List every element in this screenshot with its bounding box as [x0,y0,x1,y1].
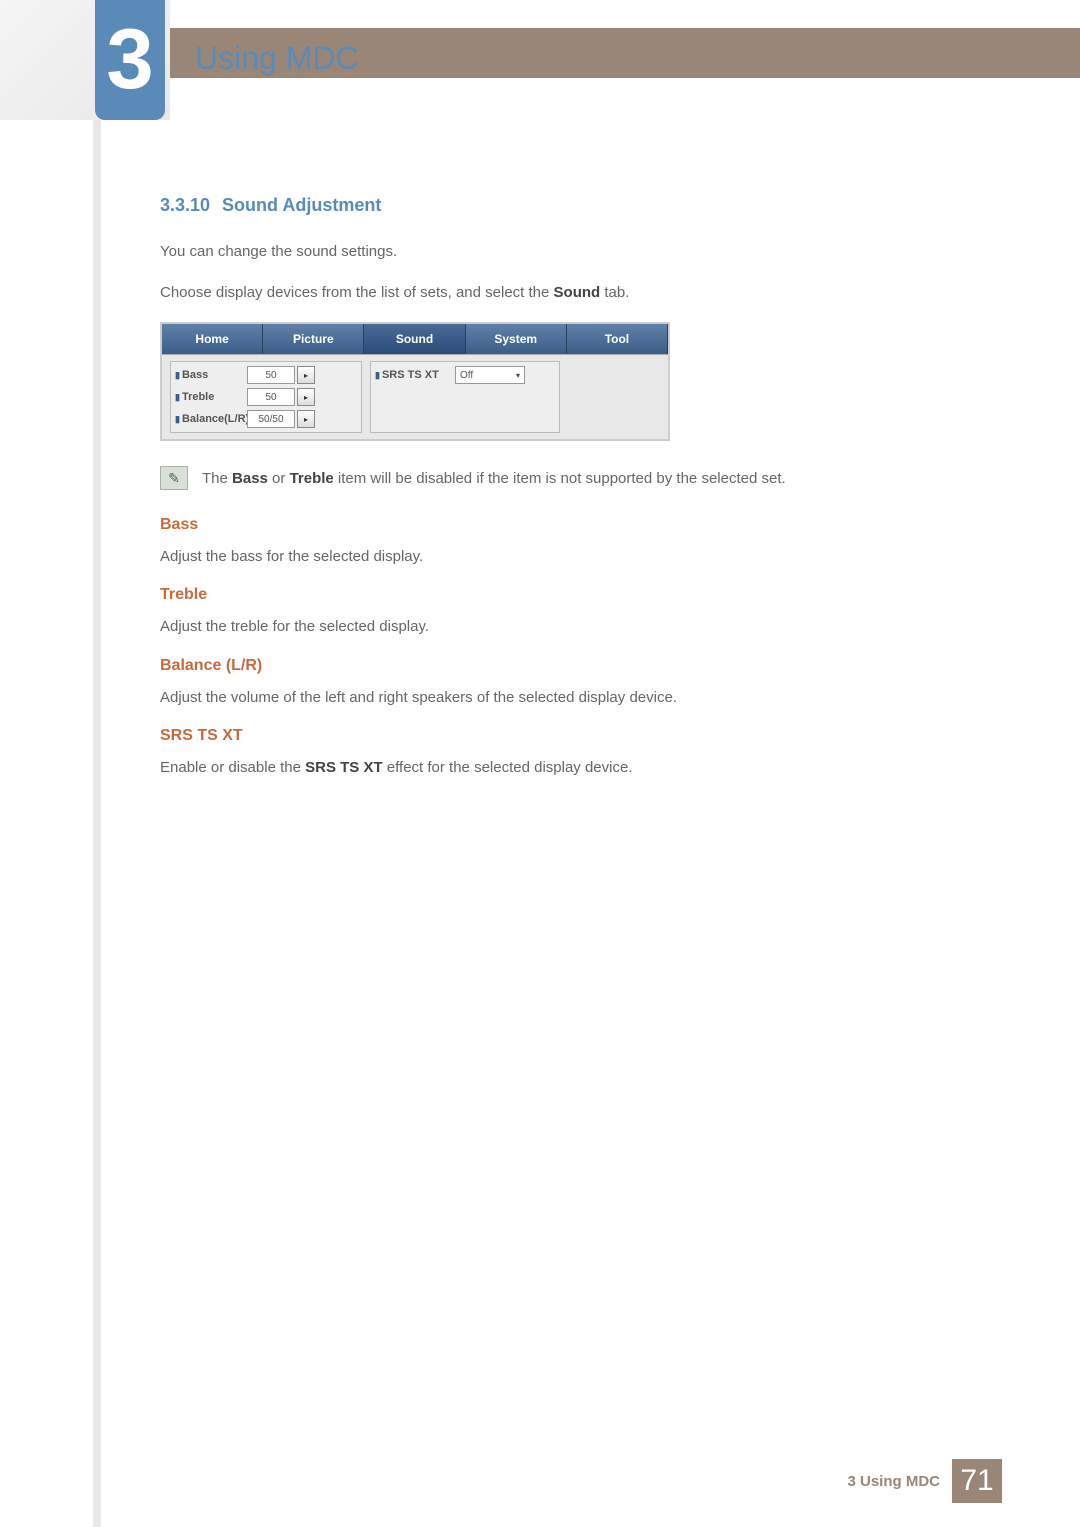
chapter-number-badge: 3 [95,0,165,120]
tab-system[interactable]: System [466,324,567,354]
tab-body: Bass 50 ▸ Treble 50 ▸ Balance(L/R) 50/50… [162,354,668,439]
treble-input[interactable]: 50 [247,388,295,406]
bass-text: Adjust the bass for the selected display… [160,546,940,569]
srs-heading: SRS TS XT [160,727,940,745]
bass-label: Bass [175,369,247,381]
srs-select[interactable]: Off ▾ [455,366,525,384]
main-content: 3.3.10 Sound Adjustment You can change th… [160,195,940,798]
note-text: The Bass or Treble item will be disabled… [202,466,786,491]
treble-text: Adjust the treble for the selected displ… [160,616,940,639]
chevron-down-icon: ▾ [516,371,520,380]
note: ✎ The Bass or Treble item will be disabl… [160,466,940,491]
balance-spinner[interactable]: ▸ [297,410,315,428]
srs-row: SRS TS XT Off ▾ [375,366,555,384]
footer-text: 3 Using MDC [847,1473,940,1490]
footer: 3 Using MDC 71 [847,1459,1002,1503]
srs-text: Enable or disable the SRS TS XT effect f… [160,757,940,780]
treble-label: Treble [175,391,247,403]
balance-heading: Balance (L/R) [160,657,940,675]
side-decoration [93,120,101,1527]
bass-spinner[interactable]: ▸ [297,366,315,384]
section-number: 3.3.10 [160,195,210,215]
note-icon: ✎ [160,466,188,490]
section-title: Sound Adjustment [222,195,381,215]
treble-row: Treble 50 ▸ [175,388,357,406]
tab-sound[interactable]: Sound [364,324,465,354]
tab-home[interactable]: Home [162,324,263,354]
balance-text: Adjust the volume of the left and right … [160,687,940,710]
treble-spinner[interactable]: ▸ [297,388,315,406]
sound-tab-screenshot: Home Picture Sound System Tool Bass 50 ▸… [160,322,670,441]
bass-input[interactable]: 50 [247,366,295,384]
intro-text-1: You can change the sound settings. [160,241,940,264]
balance-row: Balance(L/R) 50/50 ▸ [175,410,357,428]
bass-row: Bass 50 ▸ [175,366,357,384]
sound-controls-right: SRS TS XT Off ▾ [370,361,560,433]
tab-picture[interactable]: Picture [263,324,364,354]
sound-controls-left: Bass 50 ▸ Treble 50 ▸ Balance(L/R) 50/50… [170,361,362,433]
page-number: 71 [952,1459,1002,1503]
treble-heading: Treble [160,586,940,604]
srs-label: SRS TS XT [375,369,455,381]
tab-bar: Home Picture Sound System Tool [162,324,668,354]
chapter-title: Using MDC [195,40,359,77]
balance-input[interactable]: 50/50 [247,410,295,428]
bass-heading: Bass [160,516,940,534]
balance-label: Balance(L/R) [175,413,247,425]
intro-text-2: Choose display devices from the list of … [160,282,940,305]
section-heading: 3.3.10 Sound Adjustment [160,195,940,216]
tab-tool[interactable]: Tool [567,324,668,354]
